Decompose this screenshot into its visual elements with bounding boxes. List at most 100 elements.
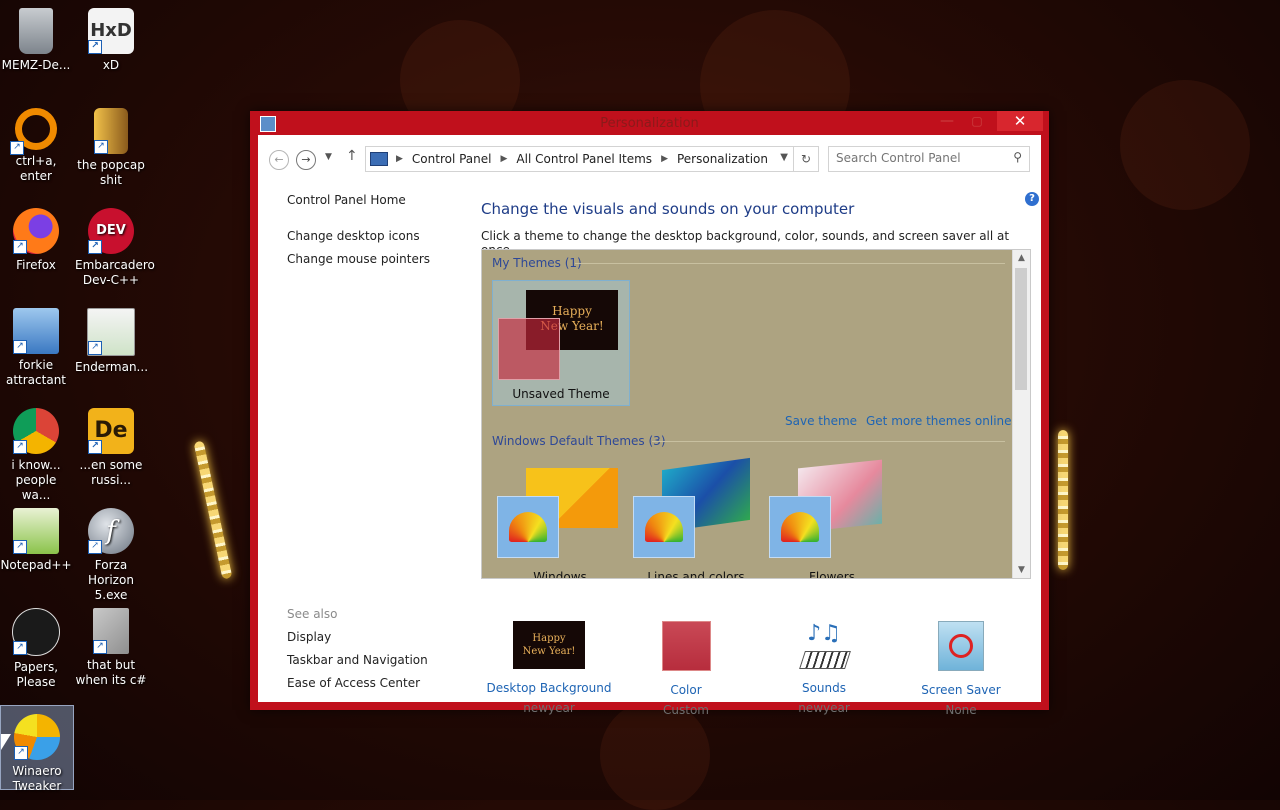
shortcut-arrow-icon: ↗ [88,440,102,454]
breadcrumb-separator-icon[interactable]: ▶ [661,154,668,164]
breadcrumb-separator-icon[interactable]: ▶ [396,154,403,164]
save-theme-link[interactable]: Save theme [785,414,857,428]
scroll-down-arrow-icon[interactable]: ▼ [1013,565,1030,575]
desktop-icon[interactable]: ↗ Winaero Tweaker [0,705,74,793]
sounds-icon: ♪♫ [799,621,851,669]
screen-saver-value: None [945,703,977,717]
shortcut-arrow-icon: ↗ [88,341,102,355]
desktop-icon-label: ...en some russi... [79,458,143,487]
shortcut-arrow-icon: ↗ [14,746,28,760]
themes-scrollbar[interactable]: ▲ ▼ [1012,250,1030,578]
theme-color-swatch [498,318,560,380]
theme-tile-windows[interactable]: Windows [492,458,628,578]
breadcrumb-control-panel[interactable]: Control Panel [412,152,492,166]
desktop-icon[interactable]: ↗ Enderman... [75,300,149,375]
maximize-button[interactable]: ▢ [963,111,991,131]
sounds-label[interactable]: Sounds [759,681,889,695]
screen-saver-option[interactable]: Screen Saver None [896,621,1026,717]
display-link[interactable]: Display [287,630,331,644]
book-icon: ↗ [94,108,128,154]
shortcut-arrow-icon: ↗ [94,140,108,154]
flash-icon: f ↗ [88,508,134,554]
desktop-icon[interactable]: ↗ the popcap shit [75,100,147,188]
desktop-icon[interactable]: ↗ Notepad++ [0,500,72,573]
bokeh-light [1120,80,1250,210]
default-themes-group-title: Windows Default Themes (3) [492,434,666,448]
breadcrumb-separator-icon[interactable]: ▶ [501,154,508,164]
preview-text-line: Happy [552,304,592,318]
desktop-icon-label: Embarcadero Dev-C++ [75,258,155,287]
desktop-icon[interactable]: ↗ that but when its c# [75,600,147,688]
screen-saver-label[interactable]: Screen Saver [896,683,1026,697]
desktop-icon-label: that but when its c# [75,658,147,687]
group-divider [575,263,1005,264]
change-mouse-pointers-link[interactable]: Change mouse pointers [287,252,430,266]
close-button[interactable]: ✕ [997,111,1043,131]
scroll-up-arrow-icon[interactable]: ▲ [1013,253,1030,263]
desktop-icon-label: Notepad++ [0,558,72,572]
theme-name: Lines and colors [647,570,745,579]
chrome-icon: ↗ [13,408,59,454]
hxd-icon: HxD ↗ [88,8,134,54]
window-title: Personalization [600,116,699,131]
shortcut-arrow-icon: ↗ [93,640,107,654]
desktop-icon[interactable]: DEV ↗ Embarcadero Dev-C++ [75,200,155,288]
desktop-icon[interactable]: MEMZ-De... [0,0,72,73]
desktop-icon[interactable]: ↗ forkie attractant [0,300,72,388]
search-box[interactable]: ⚲ [828,146,1030,172]
desktop-background-option[interactable]: Happy New Year! Desktop Background newye… [484,621,614,715]
desktop-icon[interactable]: ↗ i know... people wa... [0,400,72,503]
theme-tile-flowers[interactable]: Flowers [764,458,900,578]
address-bar[interactable]: ▶ Control Panel ▶ All Control Panel Item… [365,146,819,172]
recycle-bin-icon [19,8,53,54]
ease-of-access-link[interactable]: Ease of Access Center [287,676,420,690]
mouse-cursor-icon [1,734,11,750]
theme-color-swatch [769,496,831,558]
breadcrumb-personalization[interactable]: Personalization [677,152,768,166]
window-client-area: ← → ▼ ↑ ▶ Control Panel ▶ All Control Pa… [258,135,1041,717]
scrollbar-thumb[interactable] [1015,268,1027,390]
shortcut-arrow-icon: ↗ [88,40,102,54]
desktop-icon[interactable]: HxD ↗ xD [75,0,147,73]
recent-locations-chevron-icon[interactable]: ▼ [325,152,332,162]
color-option[interactable]: Color Custom [621,621,751,717]
theme-tile-unsaved[interactable]: Happy New Year! Unsaved Theme [492,280,630,406]
change-desktop-icons-link[interactable]: Change desktop icons [287,229,420,243]
shortcut-arrow-icon: ↗ [13,240,27,254]
back-arrow-icon[interactable]: ← [269,150,289,170]
shortcut-arrow-icon: ↗ [88,240,102,254]
taskbar-navigation-link[interactable]: Taskbar and Navigation [287,653,428,667]
minimize-button[interactable]: — [933,111,961,131]
color-label[interactable]: Color [621,683,751,697]
control-panel-icon [370,152,388,166]
desktop-icon[interactable]: ↗ Firefox [0,200,72,273]
personalization-window: Personalization — ▢ ✕ ← → ▼ ↑ ▶ Control … [250,111,1049,717]
de-icon: De ↗ [88,408,134,454]
desktop-icon-label: Enderman... [75,360,149,374]
address-dropdown-icon[interactable]: ▼ [780,152,788,163]
preview-text-line: Happy [532,633,566,644]
decorative-light-string [1058,430,1068,570]
color-value: Custom [663,703,709,717]
forward-arrow-icon[interactable]: → [296,150,316,170]
theme-tile-lines-and-colors[interactable]: Lines and colors [628,457,764,579]
control-panel-home-link[interactable]: Control Panel Home [287,193,406,207]
search-icon[interactable]: ⚲ [1013,150,1022,164]
papers-please-icon: ↗ [12,608,60,656]
refresh-icon[interactable]: ↻ [793,147,818,171]
sounds-option[interactable]: ♪♫ Sounds newyear [759,621,889,715]
desktop-icon[interactable]: ↗ Papers, Please [0,600,72,690]
title-bar[interactable]: Personalization — ▢ ✕ [250,111,1049,135]
search-input[interactable] [829,147,1006,169]
desktop-icon[interactable]: f ↗ Forza Horizon 5.exe [75,500,147,603]
desktop-icon[interactable]: ↗ ctrl+a, enter [0,100,72,184]
get-more-themes-link[interactable]: Get more themes online [866,414,1012,428]
up-arrow-icon[interactable]: ↑ [346,148,358,164]
shortcut-arrow-icon: ↗ [10,141,24,155]
desktop-icon-label: forkie attractant [5,358,67,387]
breadcrumb-all-items[interactable]: All Control Panel Items [516,152,652,166]
page-title: Change the visuals and sounds on your co… [481,200,855,218]
help-icon[interactable]: ? [1025,192,1039,206]
desktop-background-label[interactable]: Desktop Background [484,681,614,695]
desktop-icon[interactable]: De ↗ ...en some russi... [75,400,147,488]
